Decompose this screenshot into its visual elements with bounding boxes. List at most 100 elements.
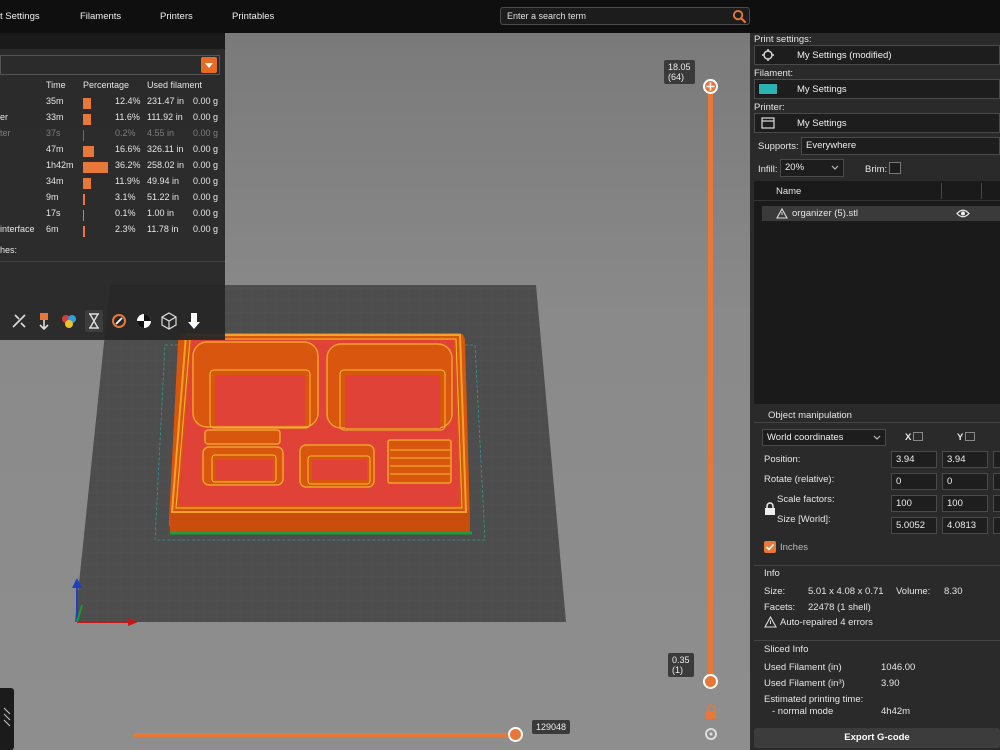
legend-row-time: 1h42m (46, 160, 74, 170)
axis-y-lock[interactable] (965, 432, 975, 441)
legend-row-time: 35m (46, 96, 64, 106)
inches-checkbox[interactable] (764, 541, 776, 553)
rotate-y-input[interactable]: 0 (942, 473, 988, 490)
top-bar: t Settings Filaments Printers Printables (0, 0, 1000, 33)
legend-row: 17s 0.1% 1.00 in 0.00 g (0, 206, 225, 222)
position-x-input[interactable]: 3.94 (891, 451, 937, 468)
legend-row: er 33m 11.6% 111.92 in 0.00 g (0, 110, 225, 126)
normal-mode-key: - normal mode (772, 706, 834, 717)
chevron-down-icon[interactable] (201, 57, 217, 73)
legend-row-length: 11.78 in (147, 224, 179, 234)
legend-row-bar (83, 146, 95, 157)
legend-row-bar (83, 194, 86, 205)
object-row[interactable]: organizer (5).stl (762, 206, 1000, 221)
used-filament-in3-value: 3.90 (881, 678, 900, 689)
infill-label: Infill: (758, 164, 778, 175)
lock-icon[interactable] (704, 704, 718, 720)
legend-row-length: 326.11 in (147, 144, 184, 154)
filament-color-swatch (758, 83, 778, 95)
search-input[interactable] (500, 7, 750, 25)
export-gcode-button[interactable]: Export G-code (754, 728, 1000, 748)
search-icon[interactable] (732, 9, 747, 24)
legend-row-length: 51.22 in (147, 192, 180, 202)
print-settings-combo[interactable]: My Settings (modified) (754, 45, 1000, 65)
legend-row-weight: 0.00 g (193, 112, 219, 122)
eye-icon[interactable] (956, 209, 970, 218)
infill-value: 20% (785, 162, 805, 173)
view-type-dropdown[interactable] (0, 55, 220, 75)
scale-z-input[interactable] (993, 495, 1000, 512)
inches-label: Inches (780, 542, 808, 553)
position-y-input[interactable]: 3.94 (942, 451, 988, 468)
legend-row-weight: 0.00 g (193, 208, 219, 218)
used-filament-in3-key: Used Filament (in³) (764, 678, 845, 689)
supports-combo[interactable]: Everywhere (801, 137, 1000, 155)
size-z-input[interactable] (993, 517, 1000, 534)
rotate-z-input[interactable] (993, 473, 1000, 490)
moves-slider-handle[interactable] (508, 727, 523, 742)
legend-row-percentage: 0.2% (115, 128, 136, 138)
legend-row-name: er (0, 112, 9, 122)
pause-icon[interactable] (85, 310, 103, 332)
legend-row-name: interface (0, 224, 35, 234)
legend-row-weight: 0.00 g (193, 192, 219, 202)
used-filament-in-value: 1046.00 (881, 662, 916, 673)
legend-panel: Time Percentage Used filament 35m 12.4% 23… (0, 33, 225, 340)
printer-icon (761, 117, 775, 129)
tool-marker-icon[interactable] (185, 310, 203, 332)
normal-mode-value: 4h42m (881, 706, 911, 717)
legend-row: interface 6m 2.3% 11.78 in 0.00 g (0, 222, 225, 238)
legend-row-weight: 0.00 g (193, 224, 219, 234)
brim-checkbox[interactable] (889, 162, 901, 174)
printer-combo[interactable]: My Settings (754, 113, 1000, 133)
tab-printers[interactable]: Printers (160, 11, 193, 22)
legend-row-time: 6m (46, 224, 59, 234)
moves-slider-track[interactable] (133, 733, 515, 737)
scale-label: Scale factors: (777, 494, 835, 505)
legend-row-bar (83, 226, 85, 237)
info-volume-key: Volume: (896, 586, 931, 597)
collapse-sidebar-tab[interactable] (0, 688, 14, 750)
scale-x-input[interactable]: 100 (891, 495, 937, 512)
axis-x-lock[interactable] (913, 432, 923, 441)
legend-row-weight: 0.00 g (193, 128, 219, 138)
layer-slider-track[interactable] (708, 87, 713, 681)
size-y-input[interactable]: 4.0813 (942, 517, 988, 534)
supports-label: Supports: (758, 141, 799, 152)
object-list[interactable]: Name organizer (5).stl (754, 181, 1000, 404)
print-settings-value: My Settings (modified) (797, 50, 892, 61)
position-label: Position: (764, 454, 801, 465)
info-volume-value: 8.30 (944, 586, 963, 597)
travel-icon[interactable] (10, 310, 28, 332)
lock-icon[interactable] (764, 502, 776, 515)
legend-row-time: 9m (46, 192, 59, 202)
rotate-x-input[interactable]: 0 (891, 473, 937, 490)
legend-row-percentage: 3.1% (115, 192, 136, 202)
color-changes-icon[interactable] (60, 310, 78, 332)
filament-combo[interactable]: My Settings (754, 79, 1000, 99)
legend-row: 9m 3.1% 51.22 in 0.00 g (0, 190, 225, 206)
infill-combo[interactable]: 20% (780, 159, 844, 177)
cog-icon[interactable] (703, 726, 719, 742)
layer-top-handle[interactable] (703, 79, 718, 94)
legend-row: 47m 16.6% 326.11 in 0.00 g (0, 142, 225, 158)
layer-bottom-handle[interactable] (703, 674, 718, 689)
size-x-input[interactable]: 5.0052 (891, 517, 937, 534)
coordinates-combo[interactable]: World coordinates (762, 429, 886, 446)
estimated-time-key: Estimated printing time: (764, 694, 864, 705)
used-filament-in-key: Used Filament (in) (764, 662, 842, 673)
shells-icon[interactable] (160, 310, 178, 332)
tab-printables[interactable]: Printables (232, 11, 274, 22)
legend-row: 35m 12.4% 231.47 in 0.00 g (0, 94, 225, 110)
tab-print-settings[interactable]: t Settings (0, 11, 40, 22)
custom-gcode-icon[interactable] (110, 310, 128, 332)
scale-y-input[interactable]: 100 (942, 495, 988, 512)
retractions-icon[interactable] (35, 310, 53, 332)
legend-row: 1h42m 36.2% 258.02 in 0.00 g (0, 158, 225, 174)
legend-footer: hes: (0, 243, 225, 259)
legend-row-percentage: 12.4% (115, 96, 141, 106)
tab-filaments[interactable]: Filaments (80, 11, 121, 22)
seams-icon[interactable] (135, 310, 153, 332)
col-percentage: Percentage (83, 80, 130, 90)
position-z-input[interactable] (993, 451, 1000, 468)
